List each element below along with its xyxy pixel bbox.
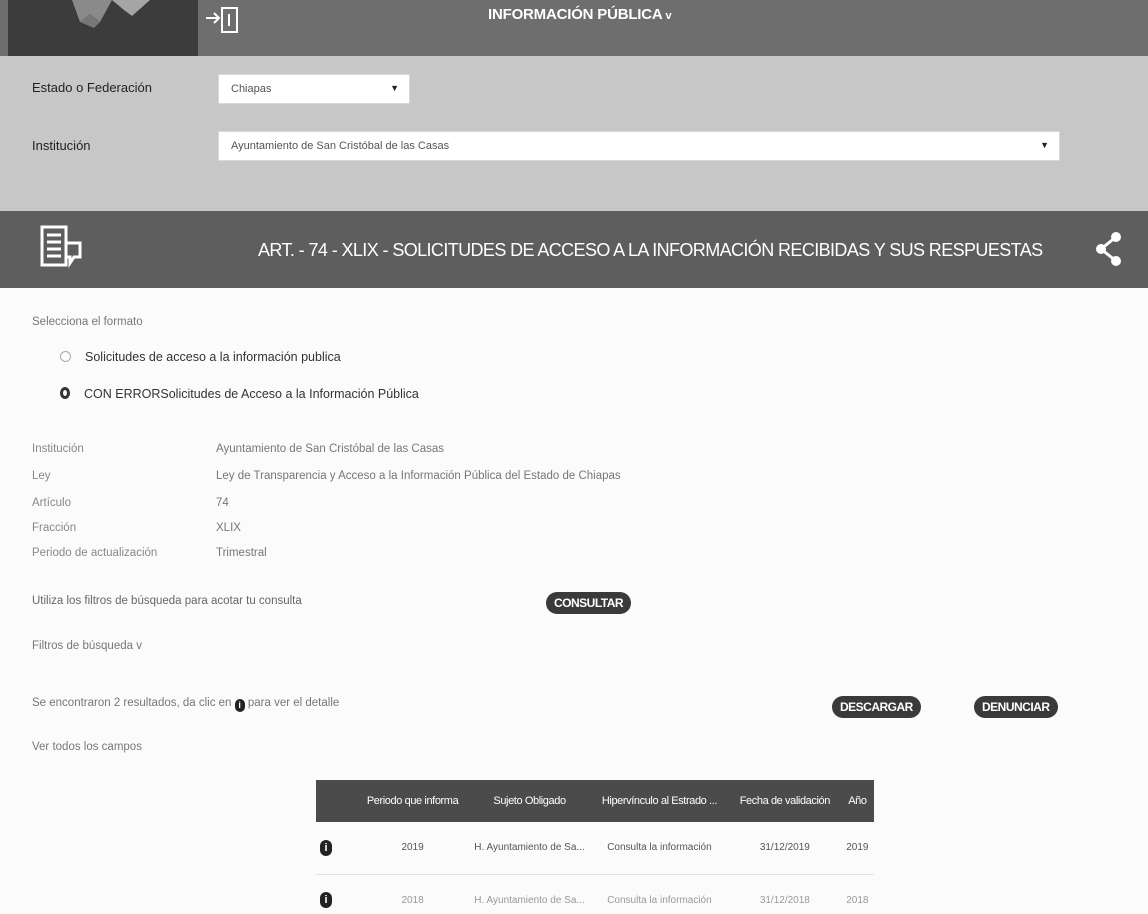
- format-option-1[interactable]: Solicitudes de acceso a la información p…: [60, 350, 341, 364]
- article-title: ART. - 74 - XLIX - SOLICITUDES DE ACCESO…: [258, 240, 1043, 260]
- estado-selected-value: Chiapas: [231, 83, 272, 95]
- table-cell-link[interactable]: Consulta la información: [590, 874, 729, 914]
- info-icon[interactable]: i: [320, 892, 332, 909]
- table-header-row: Periodo que informa Sujeto Obligado Hipe…: [316, 780, 874, 822]
- detail-value: Trimestral: [216, 547, 267, 559]
- dropdown-caret-icon: ▼: [390, 83, 399, 93]
- institucion-selected-value: Ayuntamiento de San Cristóbal de las Cas…: [231, 140, 450, 152]
- table-cell: 31/12/2018: [759, 894, 810, 906]
- article-header: ART. - 74 - XLIX - SOLICITUDES DE ACCESO…: [0, 211, 1148, 288]
- ver-todos-los-campos-link[interactable]: Ver todos los campos: [32, 741, 142, 753]
- estado-select[interactable]: Chiapas ▼: [218, 74, 410, 104]
- share-icon[interactable]: [1094, 231, 1124, 267]
- logo-mark-icon: [72, 0, 150, 28]
- detail-key: Artículo: [32, 497, 71, 509]
- results-table: Periodo que informa Sujeto Obligado Hipe…: [316, 780, 874, 914]
- table-cell: H. Ayuntamiento de Sa...: [469, 822, 590, 875]
- table-cell: 2018: [401, 894, 424, 906]
- descargar-button[interactable]: DESCARGAR: [832, 696, 921, 718]
- filters-toggle-label: Filtros de búsqueda: [32, 640, 134, 652]
- table-row: i 2018 H. Ayuntamiento de Sa... Consulta…: [316, 874, 874, 914]
- table-header-empty: [316, 780, 356, 822]
- chevron-down-icon: v: [136, 640, 142, 652]
- table-header[interactable]: Fecha de validación: [728, 780, 841, 822]
- table-header[interactable]: Sujeto Obligado: [469, 780, 590, 822]
- dropdown-caret-icon: ▼: [1040, 140, 1049, 150]
- table-cell: H. Ayuntamiento de Sa...: [474, 894, 585, 906]
- detail-value: Ley de Transparencia y Acceso a la Infor…: [216, 470, 621, 482]
- table-cell: 2018: [846, 894, 869, 906]
- radio-checked-icon[interactable]: [60, 387, 70, 399]
- filters-panel: Estado o Federación Chiapas ▼ Institució…: [0, 56, 1148, 211]
- table-cell: 2019: [840, 822, 874, 875]
- table-row: i 2019 H. Ayuntamiento de Sa... Consulta…: [316, 822, 874, 875]
- table-cell: i: [316, 874, 356, 914]
- detail-key: Periodo de actualización: [32, 547, 158, 559]
- results-summary: Se encontraron 2 resultados, da clic en …: [32, 697, 339, 712]
- document-icon: [40, 225, 82, 268]
- radio-unchecked-icon[interactable]: [60, 351, 71, 362]
- format-option-2[interactable]: CON ERRORSolicitudes de Acceso a la Info…: [60, 387, 419, 401]
- table-cell: i: [316, 822, 356, 875]
- top-navigation-bar: INFORMACIÓN PÚBLICA v: [0, 0, 1148, 56]
- detail-value: 74: [216, 497, 229, 509]
- search-filters-toggle[interactable]: Filtros de búsqueda v: [32, 640, 142, 652]
- institucion-select[interactable]: Ayuntamiento de San Cristóbal de las Cas…: [218, 131, 1060, 161]
- format-option-label: Solicitudes de acceso a la información p…: [85, 350, 341, 364]
- denunciar-button[interactable]: DENUNCIAR: [974, 696, 1058, 718]
- estado-label: Estado o Federación: [32, 80, 152, 95]
- table-header[interactable]: Periodo que informa: [356, 780, 470, 822]
- detail-key: Fracción: [32, 522, 77, 534]
- info-icon[interactable]: i: [320, 839, 332, 856]
- results-found-prefix: Se encontraron 2 resultados, da clic en: [32, 697, 232, 709]
- table-header[interactable]: Año: [840, 780, 874, 822]
- table-header[interactable]: Hipervínculo al Estrado ...: [589, 780, 729, 822]
- format-label: Selecciona el formato: [32, 316, 143, 328]
- format-option-label: CON ERRORSolicitudes de Acceso a la Info…: [84, 387, 419, 401]
- detail-key: Ley: [32, 470, 51, 482]
- site-logo[interactable]: [8, 0, 198, 56]
- consultar-button[interactable]: CONSULTAR: [546, 592, 632, 614]
- informacion-publica-menu[interactable]: INFORMACIÓN PÚBLICA v: [488, 6, 672, 23]
- detail-value: Ayuntamiento de San Cristóbal de las Cas…: [216, 443, 445, 455]
- search-hint: Utiliza los filtros de búsqueda para aco…: [32, 595, 302, 607]
- results-found-suffix: para ver el detalle: [247, 697, 340, 709]
- institucion-label: Institución: [32, 138, 91, 153]
- table-cell: 2019: [356, 822, 470, 875]
- login-icon[interactable]: [204, 4, 244, 41]
- table-cell-link[interactable]: Consulta la información: [589, 822, 729, 875]
- table-cell: 31/12/2019: [728, 822, 841, 875]
- detail-key: Institución: [32, 443, 84, 455]
- menu-title: INFORMACIÓN PÚBLICA: [488, 6, 663, 23]
- detail-value: XLIX: [216, 522, 241, 534]
- info-icon: i: [234, 699, 245, 712]
- chevron-down-icon: v: [665, 10, 672, 22]
